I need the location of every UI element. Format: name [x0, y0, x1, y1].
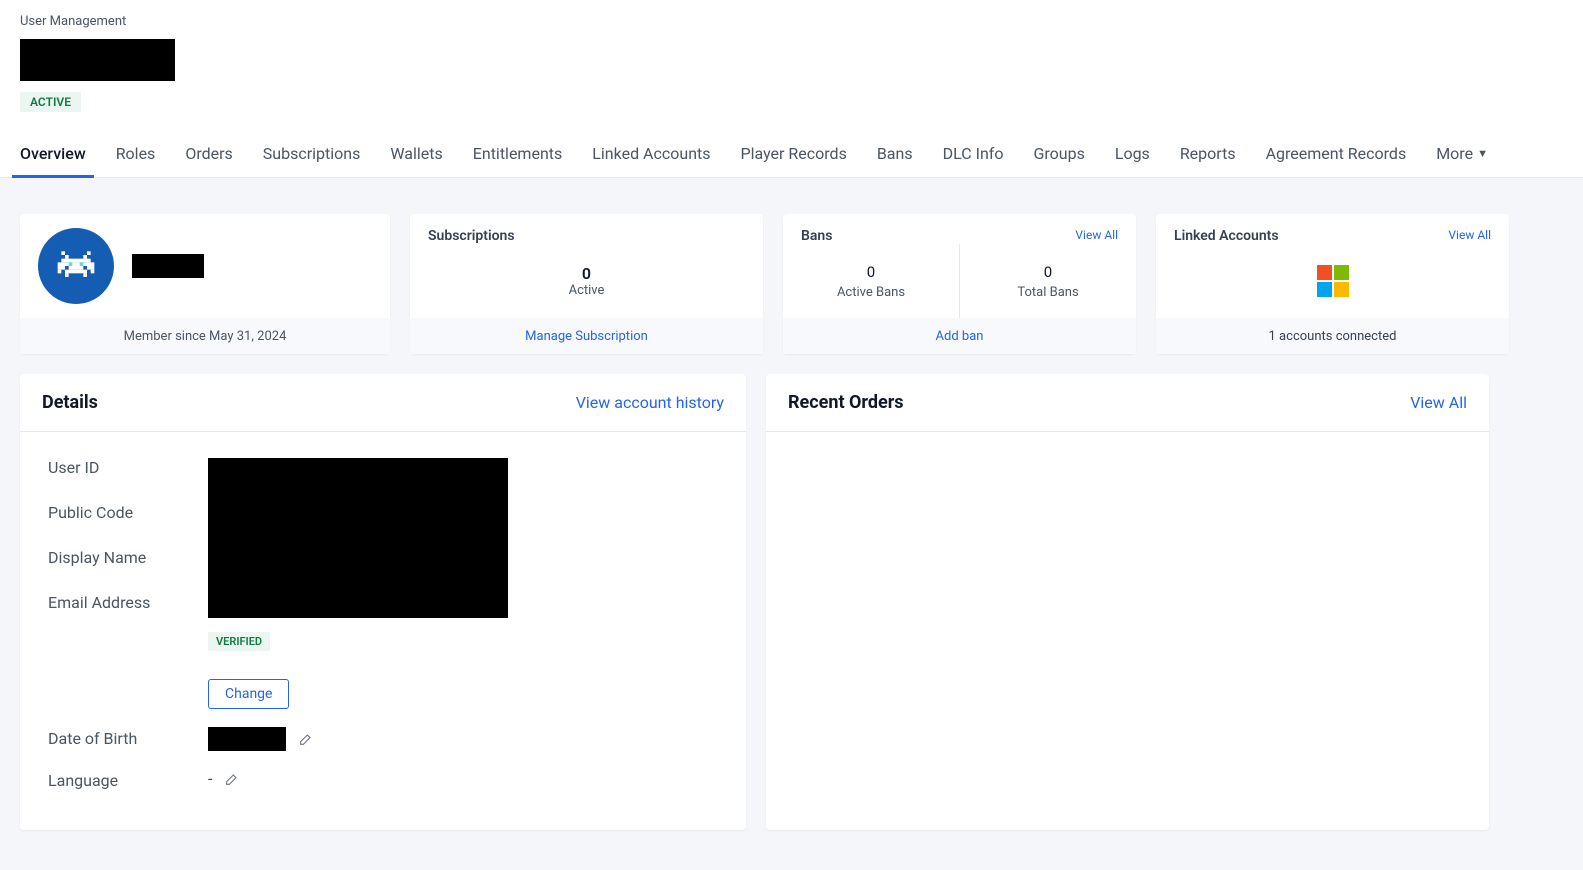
card-bans: Bans View All 0 Active Bans 0 Total Bans… — [783, 214, 1136, 354]
edit-dob-icon[interactable] — [298, 731, 314, 747]
tab-more-label: More — [1436, 144, 1473, 163]
tab-roles[interactable]: Roles — [116, 130, 156, 178]
avatar-icon — [54, 244, 98, 288]
manage-subscription-link[interactable]: Manage Subscription — [410, 318, 763, 354]
linked-view-all-link[interactable]: View All — [1448, 228, 1491, 242]
subscriptions-count: 0 — [582, 264, 591, 283]
bans-view-all-link[interactable]: View All — [1075, 228, 1118, 242]
card-profile: Member since May 31, 2024 — [20, 214, 390, 354]
label-public-code: Public Code — [48, 503, 208, 522]
linked-accounts-footer: 1 accounts connected — [1156, 318, 1509, 354]
details-values-mask — [208, 458, 508, 618]
member-since: Member since May 31, 2024 — [20, 318, 390, 354]
recent-orders-view-all-link[interactable]: View All — [1410, 393, 1467, 412]
microsoft-icon — [1317, 265, 1349, 297]
subscriptions-sublabel: Active — [569, 283, 605, 298]
panel-recent-orders: Recent Orders View All — [766, 374, 1489, 830]
tab-groups[interactable]: Groups — [1033, 130, 1084, 178]
language-value: - — [208, 769, 212, 788]
subscriptions-title: Subscriptions — [410, 214, 763, 244]
tab-entitlements[interactable]: Entitlements — [473, 130, 563, 178]
active-bans-count: 0 — [867, 263, 875, 281]
tab-more[interactable]: More ▼ — [1436, 130, 1488, 178]
label-dob: Date of Birth — [48, 727, 208, 748]
tab-orders[interactable]: Orders — [185, 130, 232, 178]
add-ban-link[interactable]: Add ban — [783, 318, 1136, 354]
avatar — [38, 228, 114, 304]
label-email: Email Address — [48, 593, 208, 612]
status-badge: ACTIVE — [20, 92, 81, 112]
label-display-name: Display Name — [48, 548, 208, 567]
details-labels-stack: User ID Public Code Display Name Email A… — [48, 458, 208, 612]
edit-language-icon[interactable] — [224, 771, 240, 787]
tab-reports[interactable]: Reports — [1180, 130, 1236, 178]
label-user-id: User ID — [48, 458, 208, 477]
tabs: Overview Roles Orders Subscriptions Wall… — [0, 130, 1583, 178]
tab-player-records[interactable]: Player Records — [741, 130, 847, 178]
total-bans-label: Total Bans — [1017, 285, 1078, 300]
total-bans-count: 0 — [1044, 263, 1052, 281]
details-title: Details — [42, 392, 98, 413]
change-button[interactable]: Change — [208, 679, 289, 709]
view-account-history-link[interactable]: View account history — [576, 393, 724, 412]
tab-linked-accounts[interactable]: Linked Accounts — [592, 130, 710, 178]
tab-agreement-records[interactable]: Agreement Records — [1266, 130, 1407, 178]
active-bans-label: Active Bans — [837, 285, 905, 300]
page-title-mask — [20, 39, 175, 81]
label-language: Language — [48, 769, 208, 790]
username-mask — [132, 254, 204, 278]
tab-logs[interactable]: Logs — [1115, 130, 1150, 178]
card-subscriptions: Subscriptions 0 Active Manage Subscripti… — [410, 214, 763, 354]
tab-wallets[interactable]: Wallets — [390, 130, 442, 178]
verified-badge: VERIFIED — [208, 632, 270, 651]
tab-subscriptions[interactable]: Subscriptions — [263, 130, 361, 178]
tab-bans[interactable]: Bans — [877, 130, 913, 178]
chevron-down-icon: ▼ — [1477, 147, 1488, 160]
breadcrumb[interactable]: User Management — [20, 14, 1563, 29]
panel-details: Details View account history User ID Pub… — [20, 374, 746, 830]
card-linked-accounts: Linked Accounts View All 1 accounts conn… — [1156, 214, 1509, 354]
recent-orders-title: Recent Orders — [788, 392, 904, 413]
dob-value-mask — [208, 727, 286, 751]
tab-overview[interactable]: Overview — [20, 130, 86, 178]
tab-dlc-info[interactable]: DLC Info — [943, 130, 1004, 178]
